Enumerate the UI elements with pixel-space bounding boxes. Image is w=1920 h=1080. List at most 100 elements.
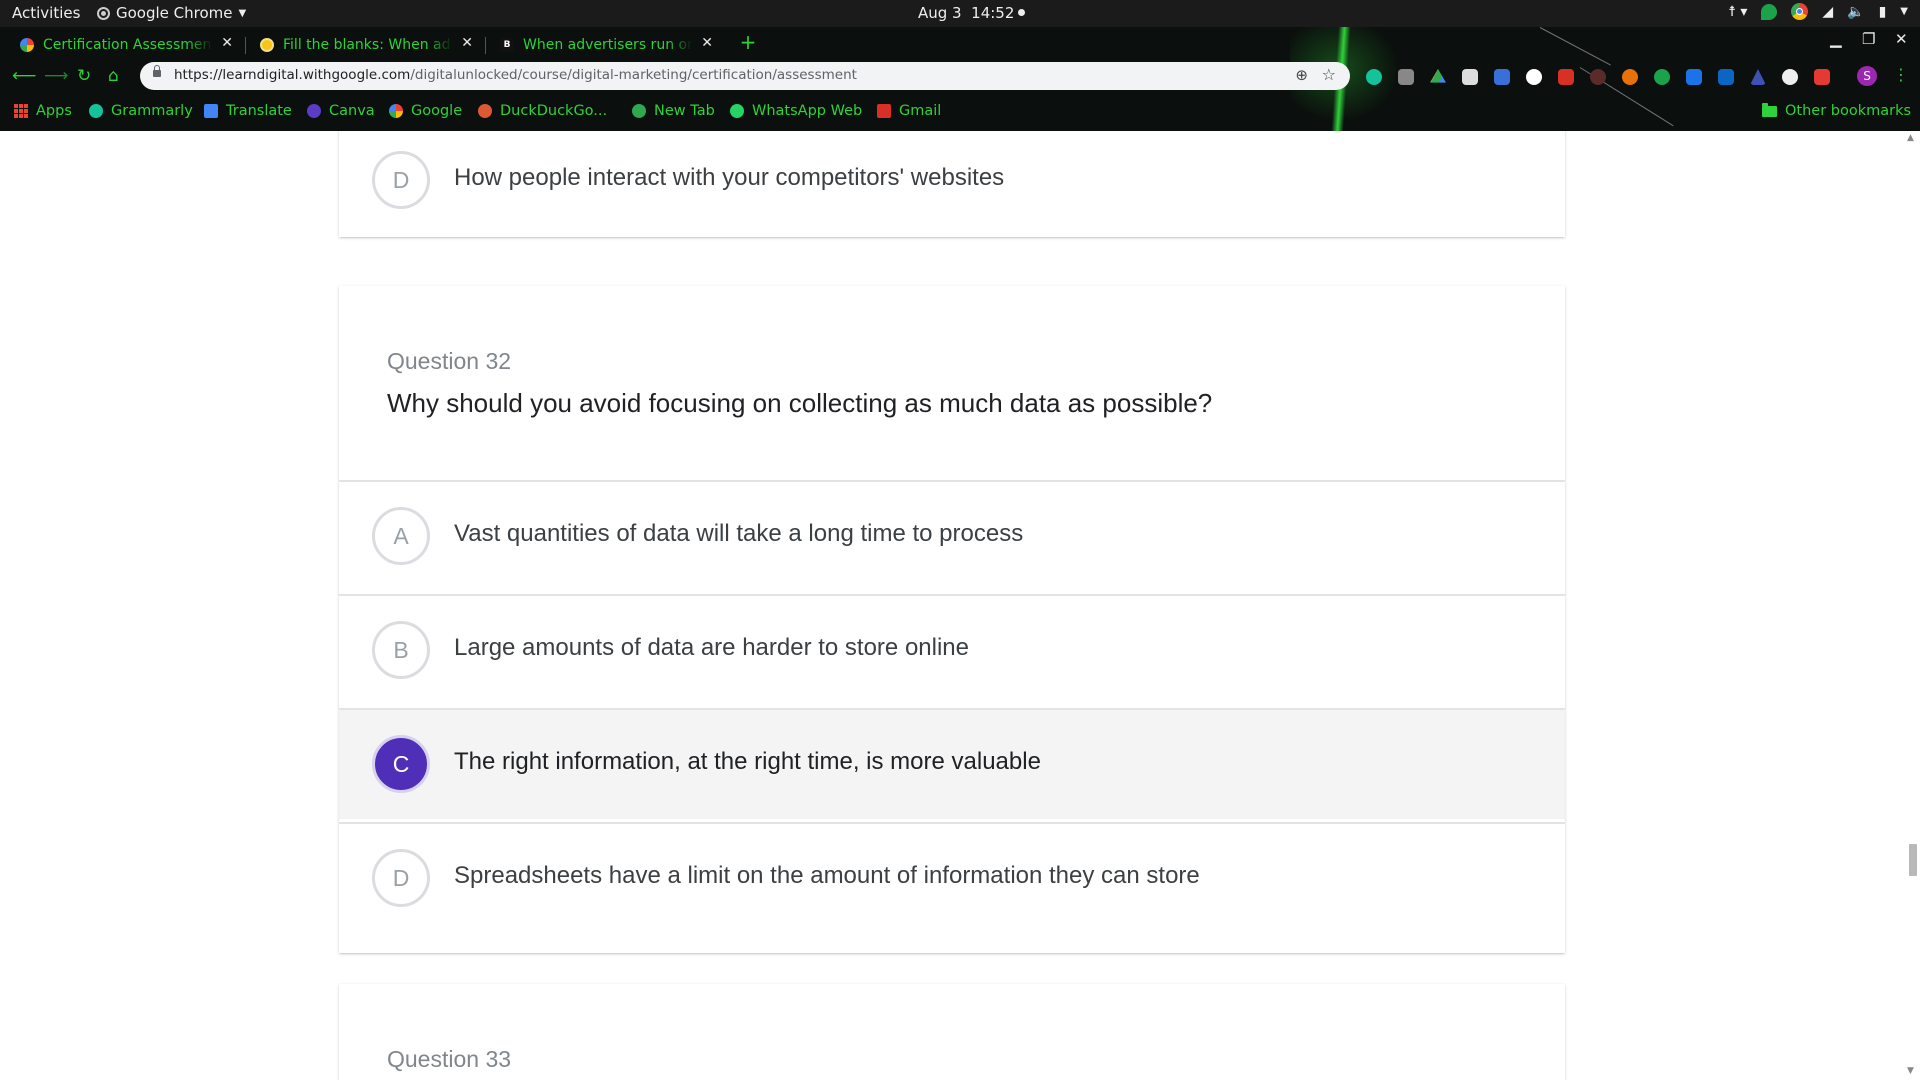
forward-icon[interactable]: ⟶: [44, 66, 68, 86]
s-extension-icon[interactable]: [1686, 69, 1702, 85]
answer-option-c[interactable]: C The right information, at the right ti…: [339, 708, 1565, 819]
bookmark-duckduckgo[interactable]: DuckDuckGo...: [478, 103, 607, 119]
chrome-tray-icon[interactable]: [1791, 3, 1809, 20]
option-letter: D: [372, 151, 430, 209]
drive-extension-icon[interactable]: [1430, 69, 1446, 83]
wifi-icon[interactable]: ◢: [1822, 4, 1833, 20]
back-icon[interactable]: ⟵: [12, 66, 36, 86]
tab-certification-assessment[interactable]: Certification Assessment ✕: [0, 30, 245, 59]
home-icon[interactable]: ⌂: [108, 66, 119, 86]
power-menu-icon[interactable]: ▼: [1900, 6, 1908, 17]
triangle-extension-icon[interactable]: [1750, 69, 1766, 85]
google-icon: [389, 104, 403, 118]
folder-icon: [1762, 102, 1777, 117]
close-tab-icon[interactable]: ✕: [701, 35, 713, 51]
clock[interactable]: Aug 3 14:52: [918, 4, 1026, 22]
green-extension-icon[interactable]: [1654, 69, 1670, 85]
bookmark-star-icon[interactable]: ☆: [1322, 65, 1336, 84]
browser-toolbar: ⟵ ⟶ ↻ ⌂ https://learndigital.withgoogle.…: [0, 62, 1920, 92]
url-text[interactable]: https://learndigital.withgoogle.com/digi…: [174, 67, 857, 83]
system-tray[interactable]: ☨ ▾ ◢ 🔈 ▮ ▼: [1728, 3, 1908, 20]
question-card-previous: D How people interact with your competit…: [339, 131, 1565, 237]
tab-strip: Certification Assessment ✕ Fill the blan…: [0, 27, 1920, 59]
option-letter-selected: C: [372, 735, 430, 793]
bookmark-label: Gmail: [899, 103, 942, 119]
option-text: The right information, at the right time…: [454, 748, 1041, 775]
other-bookmarks[interactable]: Other bookmarks: [1762, 102, 1911, 119]
scroll-down-icon[interactable]: ▼: [1907, 1066, 1914, 1076]
youtube-extension-icon[interactable]: [1814, 69, 1830, 85]
notification-dot-icon: [1018, 9, 1026, 16]
grammarly-icon: [89, 104, 103, 118]
k-extension-icon[interactable]: [1590, 69, 1606, 85]
whatsapp-icon: [730, 104, 744, 118]
bookmarks-bar: Apps Grammarly Translate Canva Google Du…: [0, 99, 1920, 127]
bookmark-label: DuckDuckGo...: [500, 103, 608, 119]
page-scrollbar[interactable]: ▲ ▼: [1904, 131, 1920, 1080]
tab-title: Certification Assessment: [43, 36, 213, 53]
bookmark-google[interactable]: Google: [389, 103, 462, 119]
restore-icon[interactable]: ❐: [1862, 30, 1875, 48]
lock-icon[interactable]: [153, 65, 161, 77]
scroll-up-icon[interactable]: ▲: [1907, 133, 1914, 143]
bookmark-apps[interactable]: Apps: [14, 103, 72, 119]
question-card-next: Question 33: [339, 984, 1565, 1080]
url-path: /digitalunlocked/course/digital-marketin…: [410, 67, 857, 83]
globe-icon: [632, 104, 646, 118]
close-tab-icon[interactable]: ✕: [221, 35, 233, 51]
accessibility-icon[interactable]: ☨ ▾: [1728, 4, 1747, 20]
tab-fill-the-blanks[interactable]: Fill the blanks: When adv ✕: [240, 30, 485, 59]
option-text: Vast quantities of data will take a long…: [454, 520, 1024, 547]
answer-option-a[interactable]: A Vast quantities of data will take a lo…: [339, 480, 1565, 591]
question-number: Question 33: [387, 1046, 512, 1072]
hangouts-icon[interactable]: [1761, 3, 1778, 20]
answer-option-d[interactable]: D Spreadsheets have a limit on the amoun…: [339, 822, 1565, 933]
tab-title: Fill the blanks: When adv: [283, 36, 453, 53]
b-icon: B: [500, 37, 514, 52]
answer-option-d[interactable]: D How people interact with your competit…: [339, 131, 1565, 237]
keep-extension-icon[interactable]: [1398, 69, 1414, 85]
bookmark-label: Translate: [226, 103, 292, 119]
question-number: Question 32: [387, 348, 512, 374]
question-text: Why should you avoid focusing on collect…: [387, 388, 1213, 418]
grammarly-extension-icon[interactable]: [1366, 69, 1382, 85]
honey-extension-icon[interactable]: [1622, 69, 1638, 85]
minimize-icon[interactable]: ▁: [1830, 30, 1842, 48]
option-letter: B: [372, 621, 430, 679]
volume-icon[interactable]: 🔈: [1847, 4, 1864, 20]
scrollbar-thumb[interactable]: [1909, 844, 1917, 876]
circle-extension-icon[interactable]: [1782, 69, 1798, 85]
app-menu[interactable]: Google Chrome ▼: [97, 4, 246, 22]
profile-avatar[interactable]: S: [1857, 66, 1877, 86]
battery-icon[interactable]: ▮: [1879, 4, 1887, 20]
option-letter: D: [372, 849, 430, 907]
mail-extension-icon[interactable]: [1462, 69, 1478, 85]
bookmark-gmail[interactable]: Gmail: [877, 103, 941, 119]
answer-option-b[interactable]: B Large amounts of data are harder to st…: [339, 594, 1565, 705]
linkedin-extension-icon[interactable]: [1718, 69, 1734, 85]
chevron-down-icon: ▼: [238, 7, 247, 19]
more-menu-icon[interactable]: ⋮: [1893, 65, 1909, 84]
address-bar[interactable]: https://learndigital.withgoogle.com/digi…: [140, 62, 1350, 90]
close-window-icon[interactable]: ✕: [1895, 30, 1908, 48]
calendar-extension-icon[interactable]: [1494, 69, 1510, 85]
bookmark-canva[interactable]: Canva: [307, 103, 375, 119]
gmail-extension-icon[interactable]: [1558, 69, 1574, 85]
new-tab-button[interactable]: +: [737, 31, 759, 53]
zoom-icon[interactable]: ⊕: [1295, 66, 1308, 84]
duckduckgo-icon: [478, 104, 492, 118]
clock-extension-icon[interactable]: [1526, 69, 1542, 85]
bookmark-whatsapp[interactable]: WhatsApp Web: [730, 103, 862, 119]
tab-when-advertisers-run[interactable]: B When advertisers run onl ✕: [480, 30, 725, 59]
browser-window: Certification Assessment ✕ Fill the blan…: [0, 27, 1920, 131]
bookmark-grammarly[interactable]: Grammarly: [89, 103, 193, 119]
activities-button[interactable]: Activities: [12, 4, 80, 22]
reload-icon[interactable]: ↻: [77, 66, 91, 86]
bookmark-label: Grammarly: [111, 103, 193, 119]
bookmark-translate[interactable]: Translate: [204, 103, 292, 119]
canva-icon: [307, 104, 321, 118]
bookmark-label: Canva: [329, 103, 375, 119]
bookmark-new-tab[interactable]: New Tab: [632, 103, 715, 119]
translate-icon: [204, 104, 218, 118]
close-tab-icon[interactable]: ✕: [461, 35, 473, 51]
